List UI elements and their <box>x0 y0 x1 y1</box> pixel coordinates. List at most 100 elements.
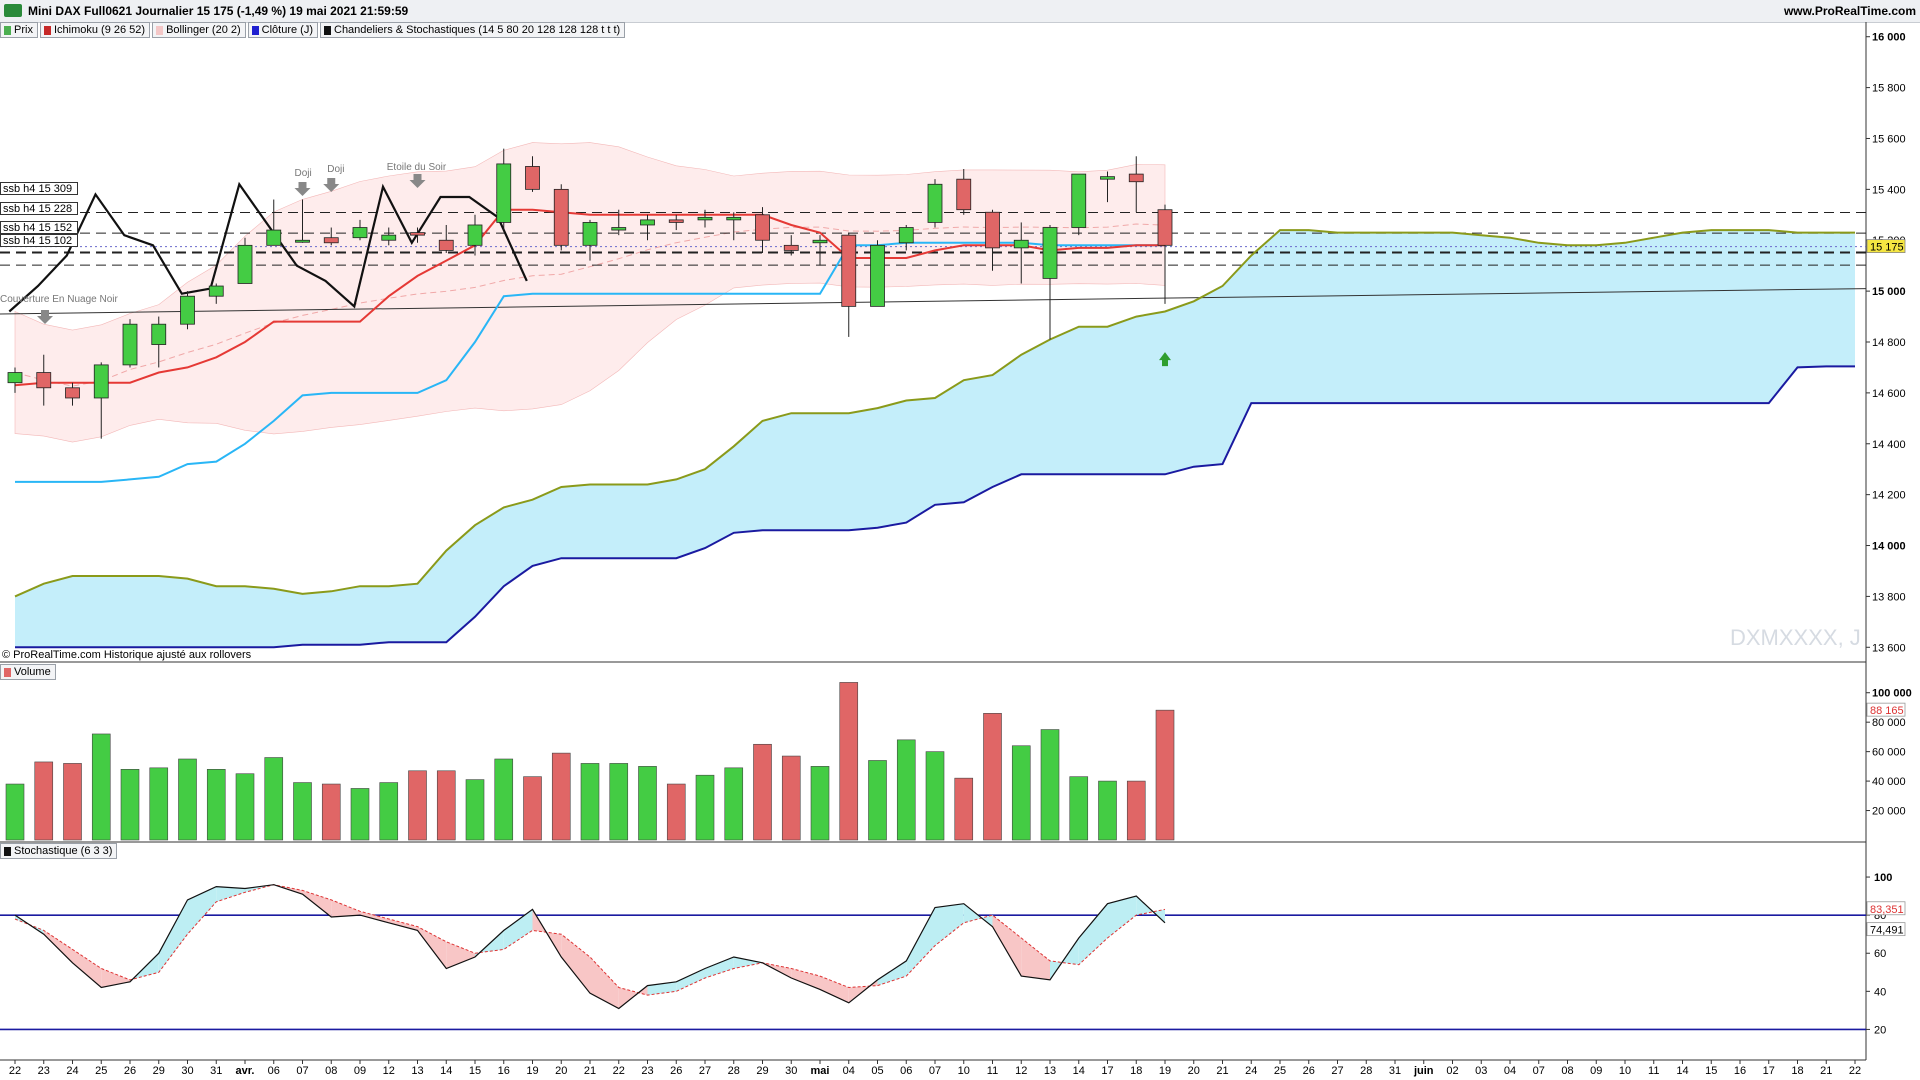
volume-bar <box>695 774 715 841</box>
volume-bars[interactable] <box>5 682 1175 841</box>
x-tick-label: 30 <box>785 1065 797 1077</box>
stoch-fill <box>992 915 1022 977</box>
x-tick-label: 20 <box>1188 1065 1200 1077</box>
x-tick-label: 29 <box>756 1065 768 1077</box>
candle-body <box>841 234 857 307</box>
stoch-fill <box>1021 938 1050 980</box>
volume-tick-label: 100 000 <box>1872 688 1912 700</box>
candle-body <box>36 372 52 389</box>
volume-bar <box>954 777 974 841</box>
candle-body <box>755 214 770 241</box>
x-tick-label: 28 <box>728 1065 740 1077</box>
volume-bar <box>580 763 600 841</box>
x-tick-label: 26 <box>124 1065 136 1077</box>
candle-body <box>122 323 138 366</box>
x-tick-label: 23 <box>38 1065 50 1077</box>
x-tick-label: 23 <box>641 1065 653 1077</box>
nuage-label: Couverture En Nuage Noir <box>0 294 119 305</box>
stoch-fill <box>906 907 935 977</box>
stoch-k-tag-label: 74,491 <box>1870 925 1904 937</box>
candle-body <box>640 219 655 226</box>
x-tick-label: 22 <box>613 1065 625 1077</box>
volume-panel-tag[interactable]: Volume <box>0 664 56 680</box>
stoch-fill <box>935 903 964 946</box>
candle-body <box>898 227 914 244</box>
volume-tick-label: 40 000 <box>1872 776 1906 788</box>
y-tick-label: 13 600 <box>1872 642 1906 654</box>
volume-bar <box>983 713 1002 841</box>
x-tick-label: 21 <box>1216 1065 1228 1077</box>
volume-bar <box>465 779 485 841</box>
footnote: © ProRealTime.com Historique ajusté aux … <box>2 649 252 661</box>
x-tick-label: 22 <box>1849 1065 1861 1077</box>
volume-bar <box>91 733 111 841</box>
x-tick-label: 27 <box>1331 1065 1343 1077</box>
x-tick-label: avr. <box>236 1065 255 1077</box>
x-tick-label: 17 <box>1101 1065 1113 1077</box>
stoch-d-tag-label: 83,351 <box>1870 904 1904 916</box>
x-tick-label: 28 <box>1360 1065 1372 1077</box>
candle-body <box>151 323 167 345</box>
volume-bar <box>753 743 772 841</box>
candle-body <box>266 229 282 246</box>
x-tick-label: 04 <box>843 1065 855 1077</box>
volume-bar <box>925 751 945 841</box>
volume-bar <box>551 752 571 841</box>
stoch-panel-tag[interactable]: Stochastique (6 3 3) <box>0 843 118 859</box>
candle-body <box>180 295 195 325</box>
ssb-label: ssb h4 15 228 <box>0 202 78 215</box>
volume-tick-label: 80 000 <box>1872 717 1906 729</box>
volume-bar <box>120 769 140 841</box>
y-tick-label: 14 400 <box>1872 439 1906 451</box>
candle-body <box>697 216 713 221</box>
stoch-tick-label: 40 <box>1874 986 1886 998</box>
x-tick-label: 15 <box>1705 1065 1717 1077</box>
x-tick-label: 29 <box>153 1065 165 1077</box>
x-tick-label: 07 <box>1533 1065 1545 1077</box>
x-tick-label: 09 <box>1590 1065 1602 1077</box>
x-tick-label: 13 <box>411 1065 423 1077</box>
x-tick-label: 13 <box>1044 1065 1056 1077</box>
stoch-tick-label: 60 <box>1874 948 1886 960</box>
stoch-tick-label: 100 <box>1874 872 1892 884</box>
volume-bar <box>436 770 456 841</box>
x-tick-label: 03 <box>1475 1065 1487 1077</box>
stoch-fill <box>733 957 763 969</box>
volume-tick-label: 60 000 <box>1872 747 1906 759</box>
candle-body <box>1157 209 1173 246</box>
x-tick-label: 17 <box>1763 1065 1775 1077</box>
arrow-down-icon <box>294 182 311 196</box>
volume-bar <box>379 782 399 841</box>
candle-body <box>611 227 627 231</box>
candle-body <box>496 163 512 223</box>
x-tick-label: 15 <box>469 1065 481 1077</box>
volume-bar <box>63 763 82 841</box>
x-tick-label: 18 <box>1791 1065 1803 1077</box>
x-tick-label: 12 <box>383 1065 395 1077</box>
x-tick-label: juin <box>1413 1065 1434 1077</box>
x-tick-label: 18 <box>1130 1065 1142 1077</box>
volume-bar <box>149 767 169 841</box>
legend-swatch-icon <box>4 668 11 677</box>
volume-tick-label: 20 000 <box>1872 806 1906 818</box>
candle-body <box>93 364 109 399</box>
x-tick-label: 14 <box>440 1065 452 1077</box>
candle-body <box>410 232 425 236</box>
y-tick-label: 15 000 <box>1872 286 1906 298</box>
x-tick-label: mai <box>811 1065 830 1077</box>
volume-bar <box>321 783 341 841</box>
chart-canvas[interactable]: Doji Doji Etoile du Soir Couverture En Nuag… <box>0 0 1920 1080</box>
x-tick-label: 27 <box>699 1065 711 1077</box>
stoch-fill <box>877 960 907 986</box>
y-tick-label: 14 000 <box>1872 541 1906 553</box>
candle-body <box>553 188 569 246</box>
volume-bar <box>293 782 312 841</box>
candle-body <box>65 387 80 399</box>
doji-label: Doji <box>295 168 312 179</box>
candle-body <box>467 224 483 246</box>
y-tick-label: 16 000 <box>1872 32 1906 44</box>
volume-bar <box>724 767 744 841</box>
stoch-tick-label: 20 <box>1874 1024 1886 1036</box>
candle-body <box>525 166 540 190</box>
legend-swatch-icon <box>4 847 11 856</box>
